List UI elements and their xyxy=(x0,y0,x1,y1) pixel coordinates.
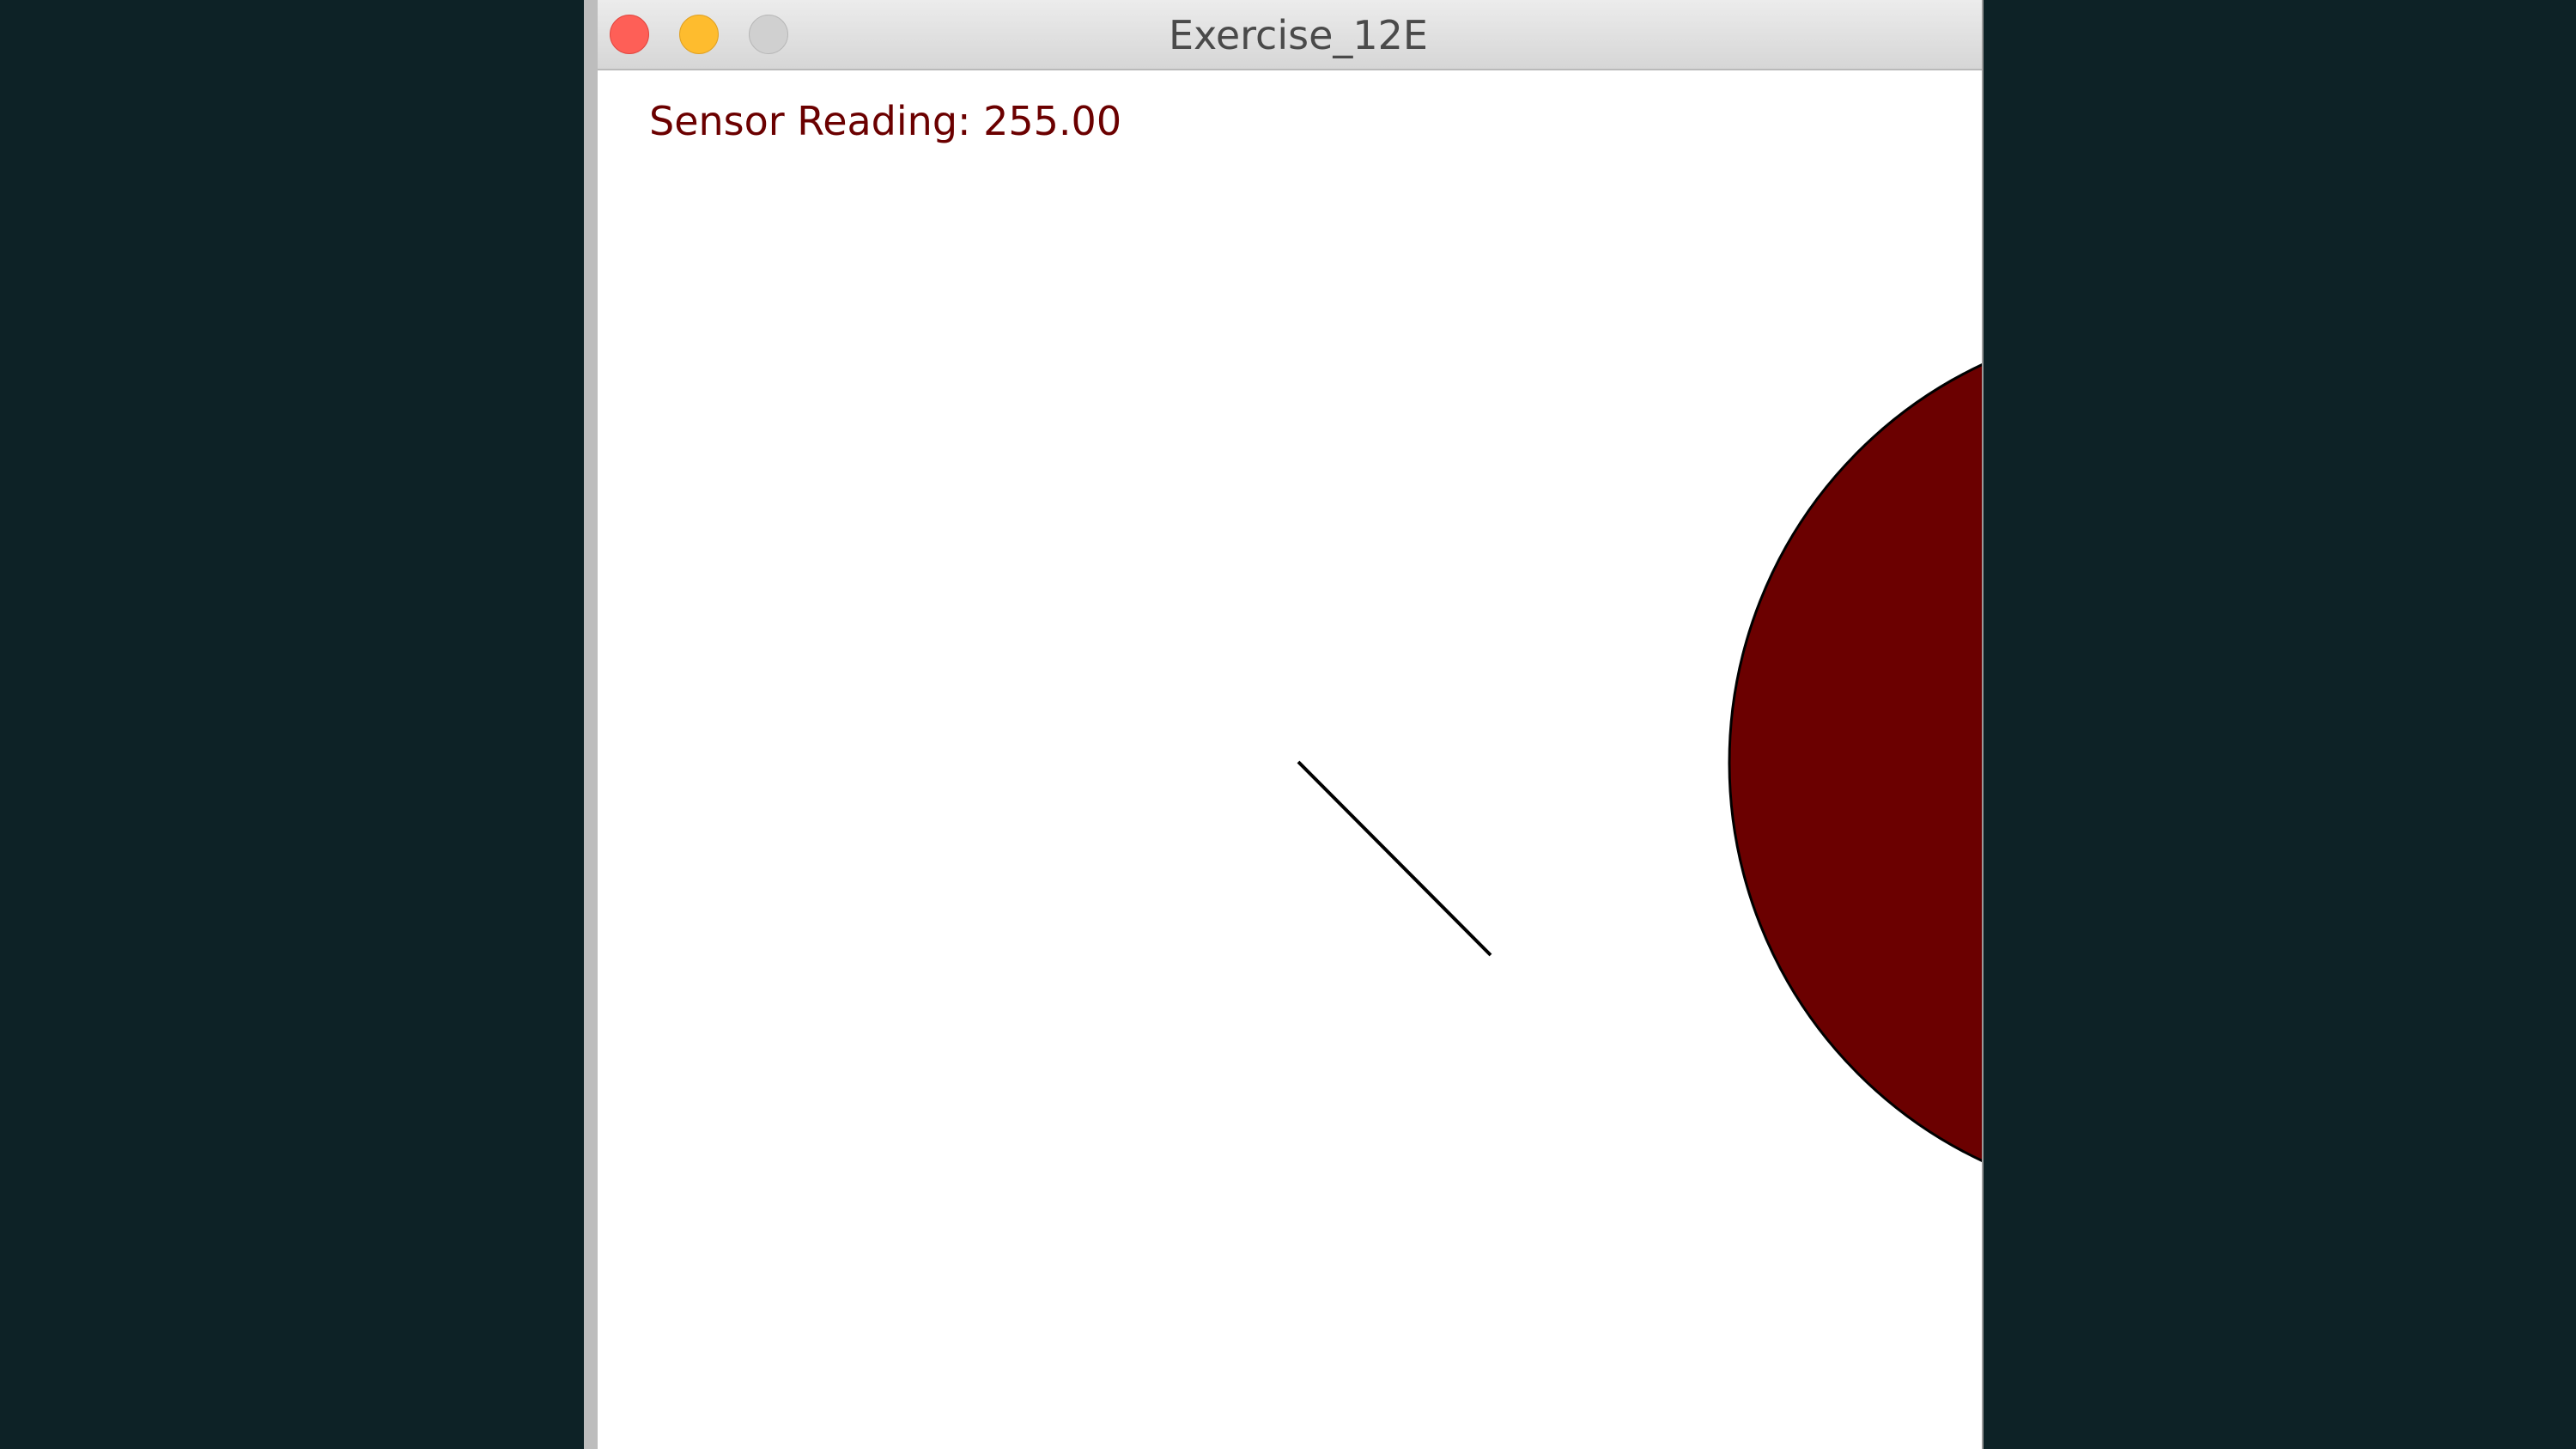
sketch-drawing xyxy=(1297,363,1982,1162)
indicator-line xyxy=(1297,760,1492,957)
sensor-circle xyxy=(1728,363,1982,1162)
window-title: Exercise_12E xyxy=(1168,12,1428,58)
sensor-reading-label: Sensor Reading: 255.00 xyxy=(649,98,1122,144)
window-titlebar[interactable]: Exercise_12E xyxy=(598,0,1982,70)
sketch-canvas[interactable]: Sensor Reading: 255.00 xyxy=(598,70,1982,1449)
app-window[interactable]: Exercise_12E Sensor Reading: 255.00 xyxy=(584,0,1984,1449)
desktop-background: Exercise_12E Sensor Reading: 255.00 xyxy=(0,0,2576,1449)
